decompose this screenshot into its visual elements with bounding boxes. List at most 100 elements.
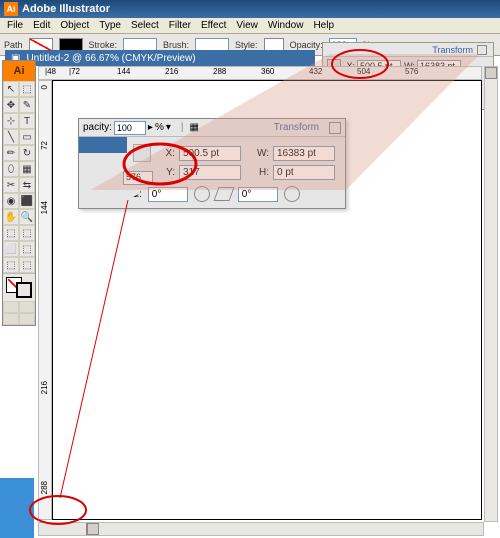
shear-icon (213, 187, 234, 201)
tool-23[interactable]: ⬚ (19, 257, 35, 273)
opacity-input-zoom[interactable] (114, 121, 146, 135)
transform-panel-zoom: pacity: ▸ % ▾ | ▦ Transform 576 X: W: Y: (78, 118, 346, 209)
dropdown-icon[interactable]: ▾ (166, 122, 171, 133)
scrollbar-horizontal[interactable] (38, 522, 484, 536)
ruler-vertical[interactable]: 0 72 144 216 288 (38, 80, 52, 520)
w-label-zoom: W: (255, 148, 269, 159)
tool-15[interactable]: ⬛ (19, 193, 35, 209)
title-bar: Ai Adobe Illustrator (0, 0, 500, 18)
none-mode[interactable] (3, 313, 19, 325)
menu-edit[interactable]: Edit (28, 19, 55, 32)
h-input-zoom[interactable] (273, 165, 335, 180)
reference-point-icon[interactable] (133, 144, 151, 162)
tool-3[interactable]: ✎ (19, 97, 35, 113)
side-val: 576 (123, 171, 153, 185)
screen-mode[interactable] (19, 313, 35, 325)
scroll-left-button[interactable] (87, 523, 99, 535)
ruler-h-tick: |72 (69, 67, 80, 76)
x-label-zoom: X: (161, 148, 175, 159)
angle-sym-icon: ⦟: (133, 189, 142, 200)
tool-13[interactable]: ⇆ (19, 177, 35, 193)
transform-tab-zoom[interactable]: Transform (268, 122, 325, 133)
arrow-icon[interactable]: ▸ (148, 122, 153, 133)
stroke-icon[interactable] (16, 282, 32, 298)
ruler-h-tick: 288 (213, 67, 226, 76)
brush-label: Brush: (163, 40, 189, 50)
opacity-unit-zoom: % (155, 122, 164, 133)
document-title: Untitled-2 @ 66.67% (CMYK/Preview) (26, 53, 195, 64)
scroll-up-button[interactable] (485, 67, 497, 79)
fill-stroke-control[interactable] (3, 273, 35, 301)
status-corner (0, 478, 34, 538)
panel-menu-icon[interactable] (477, 45, 487, 55)
angle-dial-icon[interactable] (194, 186, 210, 202)
tool-1[interactable]: ⬚ (19, 81, 35, 97)
tool-16[interactable]: ✋ (3, 209, 19, 225)
ruler-h-tick: 432 (309, 67, 322, 76)
tool-7[interactable]: ▭ (19, 129, 35, 145)
ruler-horizontal[interactable]: |48 |72 144 216 288 360 432 504 576 (38, 66, 482, 80)
tool-17[interactable]: 🔍 (19, 209, 35, 225)
tool-11[interactable]: ▦ (19, 161, 35, 177)
ruler-v-tick: 72 (40, 141, 49, 150)
ai-logo-icon: Ai (3, 61, 35, 81)
ruler-v-tick: 288 (40, 481, 49, 494)
scrollbar-vertical[interactable] (484, 66, 498, 522)
tool-10[interactable]: ⬯ (3, 161, 19, 177)
tool-12[interactable]: ✂ (3, 177, 19, 193)
tool-21[interactable]: ⬚ (19, 241, 35, 257)
doc-strip (79, 137, 127, 153)
ruler-h-tick: 144 (117, 67, 130, 76)
zoom-level-field[interactable] (39, 523, 87, 535)
gradient-mode[interactable] (19, 301, 35, 313)
shear-input-zoom[interactable] (238, 187, 278, 202)
ruler-h-tick: 576 (405, 67, 418, 76)
menu-help[interactable]: Help (308, 19, 339, 32)
tool-6[interactable]: ╲ (3, 129, 19, 145)
opacity-label: Opacity: (290, 40, 323, 50)
style-label: Style: (235, 40, 258, 50)
menu-view[interactable]: View (231, 19, 263, 32)
stroke-label: Stroke: (89, 40, 118, 50)
ruler-h-tick: 360 (261, 67, 274, 76)
tool-22[interactable]: ⬚ (3, 257, 19, 273)
shear-dial-icon[interactable] (284, 186, 300, 202)
tool-20[interactable]: ⬜ (3, 241, 19, 257)
menu-filter[interactable]: Filter (164, 19, 196, 32)
app-title: Adobe Illustrator (22, 3, 110, 15)
tool-4[interactable]: ⊹ (3, 113, 19, 129)
tool-19[interactable]: ⬚ (19, 225, 35, 241)
ruler-v-tick: 0 (40, 85, 49, 89)
menu-bar: File Edit Object Type Select Filter Effe… (0, 18, 500, 34)
menu-effect[interactable]: Effect (196, 19, 231, 32)
y-input-zoom[interactable] (179, 165, 241, 180)
ruler-h-tick: 216 (165, 67, 178, 76)
app-icon: Ai (4, 2, 18, 16)
ruler-v-tick: 216 (40, 381, 49, 394)
opacity-label-crop: pacity: (83, 122, 112, 133)
y-label-zoom: Y: (161, 167, 175, 178)
h-label-zoom: H: (255, 167, 269, 178)
tool-9[interactable]: ↻ (19, 145, 35, 161)
tool-0[interactable]: ↖ (3, 81, 19, 97)
tool-2[interactable]: ✥ (3, 97, 19, 113)
tool-18[interactable]: ⬚ (3, 225, 19, 241)
ruler-v-tick: 144 (40, 201, 49, 214)
transform-tab-label[interactable]: Transform (432, 45, 473, 55)
document-tab[interactable]: ▣ Untitled-2 @ 66.67% (CMYK/Preview) (5, 50, 315, 66)
menu-file[interactable]: File (2, 19, 28, 32)
color-mode[interactable] (3, 301, 19, 313)
ruler-h-tick: |48 (45, 67, 56, 76)
palette-icon[interactable]: ▦ (189, 122, 198, 133)
x-input-zoom[interactable] (179, 146, 241, 161)
menu-type[interactable]: Type (94, 19, 126, 32)
tool-14[interactable]: ◉ (3, 193, 19, 209)
panel-menu-icon[interactable] (329, 122, 341, 134)
menu-window[interactable]: Window (263, 19, 309, 32)
menu-object[interactable]: Object (55, 19, 94, 32)
tool-5[interactable]: T (19, 113, 35, 129)
w-input-zoom[interactable] (273, 146, 335, 161)
menu-select[interactable]: Select (126, 19, 164, 32)
angle-input-zoom[interactable] (148, 187, 188, 202)
tool-8[interactable]: ✏ (3, 145, 19, 161)
